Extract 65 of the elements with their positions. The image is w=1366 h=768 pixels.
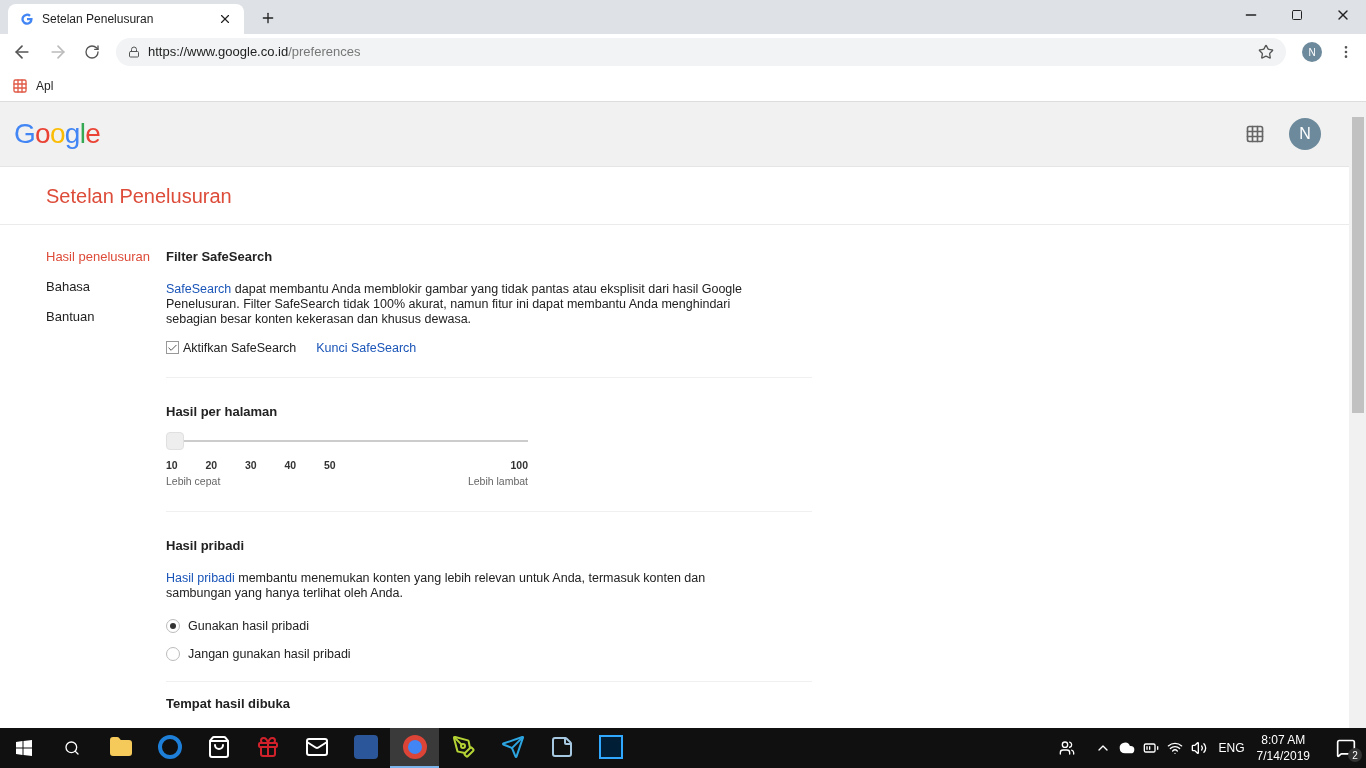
tick-label: 50 — [324, 457, 337, 473]
favicon-icon — [20, 12, 34, 26]
sidebar-item[interactable]: Hasil penelusuran — [46, 247, 166, 265]
pen-icon[interactable] — [451, 735, 476, 759]
sidebar-item[interactable]: Bahasa — [46, 277, 166, 295]
section-heading: Tempat hasil dibuka — [166, 695, 291, 714]
sidebar-item[interactable]: Bantuan — [46, 307, 166, 325]
url-text: https://www.google.co.id/preferences — [148, 43, 362, 62]
folder-icon[interactable] — [108, 735, 133, 759]
volume-icon[interactable] — [1190, 740, 1207, 756]
radio-label[interactable]: Gunakan hasil pribadi — [188, 616, 309, 636]
cloud-icon[interactable] — [1118, 740, 1135, 756]
account-avatar[interactable]: N — [1289, 118, 1321, 150]
clock[interactable]: 8:07 AM 7/14/2019 — [1256, 732, 1310, 764]
clock-date: 7/14/2019 — [1256, 748, 1310, 764]
lock-safesearch-link[interactable]: Kunci SafeSearch — [316, 338, 417, 358]
apps-grid-icon[interactable] — [12, 77, 28, 94]
profile-avatar[interactable]: N — [1302, 42, 1322, 62]
radio-label[interactable]: Jangan gunakan hasil pribadi — [188, 644, 351, 664]
mail-icon[interactable] — [304, 735, 329, 759]
tick-label: 30 — [245, 457, 258, 473]
search-icon[interactable] — [64, 740, 80, 756]
bookmark-link[interactable]: Apl — [36, 76, 54, 95]
private-results-link[interactable]: Hasil pribadi — [166, 570, 235, 585]
reload-icon[interactable] — [84, 44, 100, 60]
restore-icon[interactable] — [1291, 9, 1303, 21]
apps-grid-icon[interactable] — [1245, 124, 1265, 144]
slider-max-label: Lebih lambat — [467, 473, 528, 489]
tab-title: Setelan Penelusuran — [42, 11, 155, 28]
windows-logo-icon — [16, 740, 32, 756]
browser-tab[interactable]: Setelan Penelusuran — [8, 4, 244, 34]
tick-label: 20 — [205, 457, 219, 473]
language-indicator[interactable]: ENG — [1218, 739, 1245, 757]
slider-thumb[interactable] — [166, 431, 184, 450]
slider[interactable] — [166, 431, 528, 450]
scrollbar[interactable] — [1349, 102, 1366, 728]
checkbox-label[interactable]: Aktifkan SafeSearch — [183, 338, 297, 358]
paper-plane-icon[interactable] — [500, 735, 525, 759]
shopping-bag-icon[interactable] — [206, 735, 231, 759]
section-heading: Hasil pribadi — [166, 537, 246, 556]
star-icon[interactable] — [1258, 44, 1274, 60]
page-title: Setelan Penelusuran — [46, 183, 232, 209]
browser-logo-icon[interactable] — [402, 735, 427, 759]
gift-icon[interactable] — [255, 735, 280, 759]
slider-min-label: Lebih cepat — [166, 473, 221, 489]
checkbox[interactable] — [166, 341, 179, 355]
address-bar[interactable]: https://www.google.co.id/preferences — [116, 38, 1286, 66]
description-text: Hasil pribadi membantu menemukan konten yang lebih relevan untuk Anda, termasuk konten dan sambungan yang hanya terlihat oleh Anda. — [166, 570, 707, 601]
new-tab-icon[interactable] — [260, 10, 276, 26]
safesearch-link[interactable]: SafeSearch — [166, 281, 232, 296]
section-heading: Hasil per halaman — [166, 403, 279, 422]
tick-label: 40 — [284, 457, 298, 473]
close-icon[interactable] — [218, 12, 232, 26]
wifi-icon[interactable] — [1166, 740, 1183, 756]
description-text: SafeSearch dapat membantu Anda memblokir gambar yang tidak pantas atau eksplisit dari hasil Google Penelusuran. Filter SafeSearch tidak 100% akurat, namun fitur ini dapat membantu Anda menghindari sebagian besar konten kekerasan dan khusus dewasa. — [166, 281, 744, 327]
people-icon[interactable] — [1058, 740, 1075, 756]
clock-time: 8:07 AM — [1261, 732, 1306, 748]
note-icon[interactable] — [549, 735, 574, 759]
battery-icon[interactable] — [1142, 740, 1159, 756]
notification-count: 2 — [1348, 748, 1362, 762]
tick-label: 100 — [510, 457, 528, 473]
square-app-icon[interactable] — [598, 735, 623, 759]
lock-icon — [128, 46, 140, 58]
section-heading: Filter SafeSearch — [166, 248, 274, 266]
tick-label: 10 — [166, 457, 179, 473]
